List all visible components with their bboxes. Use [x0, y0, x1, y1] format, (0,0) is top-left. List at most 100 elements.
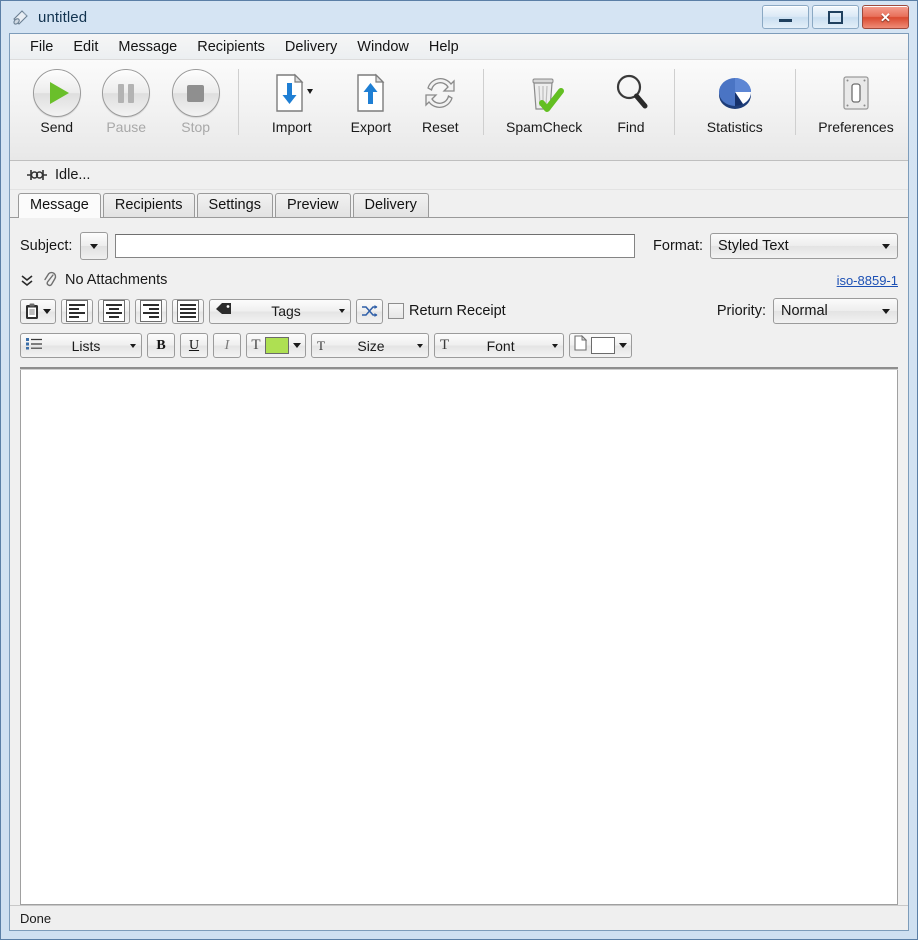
menu-window[interactable]: Window	[347, 37, 419, 57]
toolbar-separator-3	[673, 69, 675, 135]
tags-select[interactable]: Tags	[209, 298, 351, 324]
tab-recipients[interactable]: Recipients	[102, 193, 195, 217]
page-color-button[interactable]	[569, 333, 632, 358]
toolbar-statistics-label: Statistics	[706, 119, 763, 135]
format-value: Styled Text	[718, 238, 789, 254]
toolbar-spamcheck-button[interactable]: SpamCheck	[492, 67, 596, 135]
bullet-list-icon	[26, 337, 42, 355]
tags-label: Tags	[271, 303, 301, 319]
menu-file[interactable]: File	[20, 37, 63, 57]
format-toolbar-row-1: Tags Return Receipt Priority: Normal	[20, 298, 898, 324]
toolbar-find-button[interactable]: Find	[596, 67, 665, 135]
maximize-button[interactable]	[812, 5, 859, 29]
toolbar-reset-button[interactable]: Reset	[406, 67, 475, 135]
font-label: Font	[486, 337, 515, 354]
toolbar-spamcheck-label: SpamCheck	[506, 119, 583, 135]
bold-button[interactable]: B	[147, 333, 175, 358]
italic-button[interactable]: I	[213, 333, 241, 358]
toolbar-stop-label: Stop	[181, 119, 211, 135]
chevron-down-icon	[619, 343, 627, 348]
chevron-down-icon	[552, 343, 558, 348]
close-button[interactable]: ✕	[862, 5, 909, 29]
paste-button[interactable]	[20, 298, 56, 324]
format-label: Format:	[653, 238, 703, 254]
tab-preview[interactable]: Preview	[274, 193, 351, 217]
lists-select[interactable]: Lists	[20, 333, 142, 358]
tab-delivery[interactable]: Delivery	[352, 193, 429, 217]
bottom-status-bar: Done	[10, 905, 908, 930]
align-right-button[interactable]	[135, 298, 167, 324]
refresh-arrows-icon	[418, 69, 462, 117]
tab-strip: Message Recipients Settings Preview Deli…	[10, 190, 908, 218]
toolbar-send-button[interactable]: Send	[22, 67, 91, 135]
toolbar-import-button[interactable]: Import	[247, 67, 336, 135]
toolbar-pause-button[interactable]: Pause	[91, 67, 160, 135]
toolbar-preferences-button[interactable]: Preferences	[804, 67, 908, 135]
toolbar-separator-4	[794, 69, 796, 135]
toolbar-find-label: Find	[617, 119, 645, 135]
toolbar-stop-button[interactable]: Stop	[161, 67, 230, 135]
menu-bar: File Edit Message Recipients Delivery Wi…	[10, 34, 908, 60]
message-pane: Subject: Format: Styled Text No Attachme…	[10, 218, 908, 905]
tab-settings[interactable]: Settings	[196, 193, 273, 217]
close-icon: ✕	[880, 9, 891, 25]
toolbar-statistics-button[interactable]: Statistics	[683, 67, 787, 135]
text-color-button[interactable]: T	[246, 333, 306, 358]
pie-chart-icon	[712, 69, 758, 117]
align-justify-button[interactable]	[172, 298, 204, 324]
connector-icon	[26, 168, 48, 182]
align-left-button[interactable]	[61, 298, 93, 324]
client-area: File Edit Message Recipients Delivery Wi…	[9, 33, 909, 931]
menu-message[interactable]: Message	[108, 37, 187, 57]
minimize-icon	[779, 19, 792, 22]
align-justify-icon	[177, 300, 199, 322]
lists-label: Lists	[71, 337, 101, 354]
underline-button[interactable]: U	[180, 333, 208, 358]
minimize-button[interactable]	[762, 5, 809, 29]
bold-label: B	[156, 337, 166, 353]
main-toolbar: Send Pause Stop Import Export Reset Spam…	[10, 60, 908, 161]
attachments-text: No Attachments	[65, 272, 168, 288]
priority-select[interactable]: Normal	[773, 298, 898, 324]
subject-history-button[interactable]	[80, 232, 109, 260]
toolbar-export-label: Export	[350, 119, 392, 135]
attachments-row: No Attachments iso-8859-1	[20, 271, 898, 289]
format-toolbar-row-2: Lists B U I T T Size T Font	[20, 333, 898, 358]
subject-input[interactable]	[115, 234, 636, 258]
message-body-editor[interactable]	[20, 370, 898, 905]
menu-help[interactable]: Help	[419, 37, 469, 57]
chevron-double-down-icon[interactable]	[20, 272, 34, 288]
progress-status-strip: Idle...	[10, 161, 908, 190]
chevron-down-icon	[43, 308, 51, 314]
paperclip-icon	[43, 271, 57, 289]
priority-value: Normal	[781, 303, 828, 319]
toolbar-separator-2	[483, 69, 485, 135]
align-right-icon	[140, 300, 162, 322]
application-window: untitled ✕ File Edit Message Recipients …	[0, 0, 918, 940]
menu-edit[interactable]: Edit	[63, 37, 108, 57]
font-select[interactable]: T Font	[434, 333, 564, 358]
chevron-down-icon	[90, 243, 99, 249]
toolbar-preferences-label: Preferences	[818, 119, 894, 135]
tab-message[interactable]: Message	[18, 193, 101, 218]
magnifier-icon	[610, 69, 652, 117]
trash-check-icon	[521, 69, 567, 117]
menu-recipients[interactable]: Recipients	[187, 37, 275, 57]
charset-link[interactable]: iso-8859-1	[837, 273, 898, 288]
return-receipt-label: Return Receipt	[409, 303, 506, 319]
align-center-button[interactable]	[98, 298, 130, 324]
toolbar-export-button[interactable]: Export	[336, 67, 405, 135]
menu-delivery[interactable]: Delivery	[275, 37, 347, 57]
pause-icon	[102, 69, 151, 117]
megaphone-icon	[11, 7, 31, 27]
maximize-icon	[828, 10, 843, 24]
title-bar: untitled ✕	[9, 1, 909, 33]
document-up-arrow-icon	[351, 69, 391, 117]
format-select[interactable]: Styled Text	[710, 233, 898, 259]
underline-label: U	[188, 337, 200, 353]
randomize-button[interactable]	[356, 298, 383, 324]
return-receipt-checkbox[interactable]	[388, 303, 404, 319]
toolbar-pause-label: Pause	[106, 119, 147, 135]
size-select[interactable]: T Size	[311, 333, 429, 358]
align-left-icon	[66, 300, 88, 322]
